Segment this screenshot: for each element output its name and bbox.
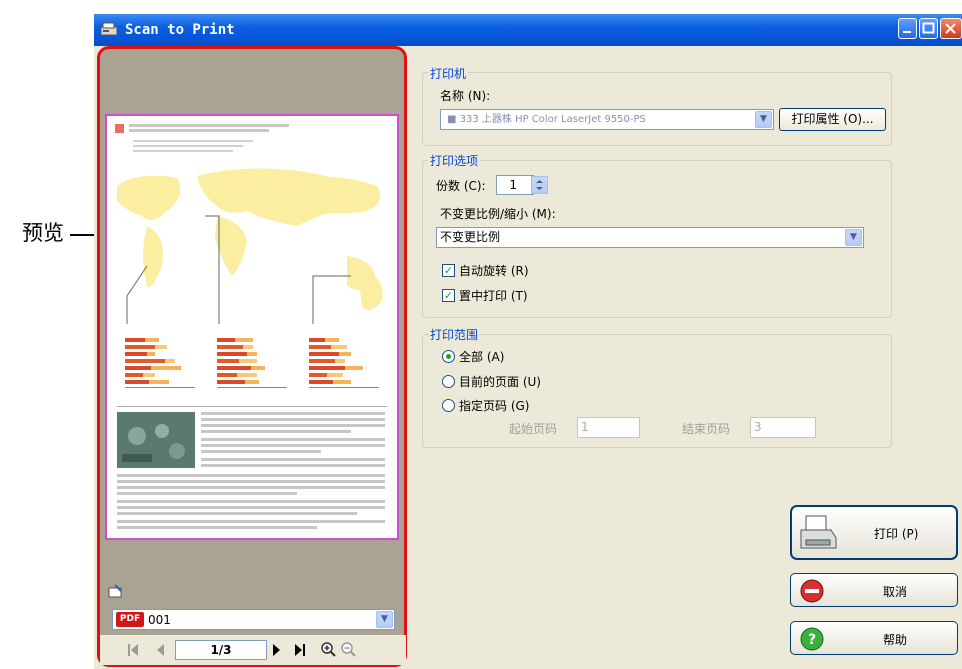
start-page-input[interactable]: 1 [577, 417, 640, 438]
start-page-label: 起始页码 [509, 422, 558, 436]
center-print-checkbox[interactable]: ✓ [442, 289, 455, 302]
maximize-button[interactable] [919, 18, 938, 39]
next-page-icon[interactable] [272, 643, 282, 657]
pdf-icon: PDF [116, 612, 144, 627]
range-specify-label: 指定页码 (G) [459, 399, 530, 413]
auto-rotate-label: 自动旋转 (R) [459, 264, 529, 278]
close-button[interactable] [940, 18, 962, 39]
first-page-icon[interactable] [127, 643, 139, 657]
auto-rotate-checkbox[interactable]: ✓ [442, 264, 455, 277]
cancel-button-label: 取消 [883, 585, 908, 599]
print-button[interactable]: 打印 (P) [790, 505, 958, 560]
window-title: Scan to Print [125, 22, 235, 38]
page-thumbnail-content [115, 124, 387, 529]
svg-text:?: ? [808, 632, 816, 648]
copies-stepper[interactable] [531, 176, 548, 194]
copies-input[interactable]: 1 [496, 175, 534, 195]
range-current-radio[interactable] [442, 375, 455, 388]
page-number-input[interactable]: 1/3 [175, 640, 267, 660]
zoom-in-icon[interactable] [320, 641, 337, 658]
end-page-input[interactable]: 3 [750, 417, 816, 438]
print-button-label: 打印 (P) [874, 527, 919, 541]
printer-properties-button[interactable]: 打印属性 (O)... [779, 108, 886, 131]
printer-group-legend: 打印机 [428, 65, 469, 82]
chevron-down-icon[interactable]: ▼ [845, 229, 862, 246]
cancel-button[interactable]: 取消 [790, 573, 958, 607]
no-entry-icon [800, 579, 824, 603]
preview-callout-label: 预览 [22, 221, 64, 245]
chevron-down-icon[interactable]: ▼ [376, 611, 393, 628]
zoom-out-icon[interactable] [340, 641, 357, 658]
print-options-legend: 打印选项 [428, 152, 481, 169]
scale-select[interactable]: 不变更比例 [436, 227, 864, 248]
chevron-down-icon[interactable]: ▼ [755, 111, 772, 128]
previous-page-icon[interactable] [155, 643, 165, 657]
help-icon: ? [800, 627, 824, 651]
copies-label: 份数 (C): [436, 179, 486, 193]
stamp-icon[interactable] [108, 584, 124, 598]
center-print-label: 置中打印 (T) [459, 289, 528, 303]
help-button-label: 帮助 [883, 633, 908, 647]
printer-name-label: 名称 (N): [440, 89, 491, 103]
spin-arrows-icon [536, 180, 543, 190]
printer-name-select[interactable]: ■ 333 上器株 HP Color LaserJet 9550-PS [440, 109, 774, 130]
last-page-icon[interactable] [294, 643, 306, 657]
help-button[interactable]: ? 帮助 [790, 621, 958, 655]
printer-icon [800, 515, 837, 549]
scale-label: 不变更比例/缩小 (M): [440, 207, 556, 221]
end-page-label: 结束页码 [682, 422, 731, 436]
range-all-radio[interactable] [442, 350, 455, 363]
range-all-label: 全部 (A) [459, 350, 505, 364]
range-specify-radio[interactable] [442, 399, 455, 412]
range-current-label: 目前的页面 (U) [459, 375, 541, 389]
minimize-button[interactable] [898, 18, 917, 39]
preview-page[interactable] [105, 114, 399, 540]
print-range-legend: 打印范围 [428, 326, 481, 343]
file-select-value: 001 [148, 613, 171, 627]
scanner-icon [100, 22, 118, 36]
